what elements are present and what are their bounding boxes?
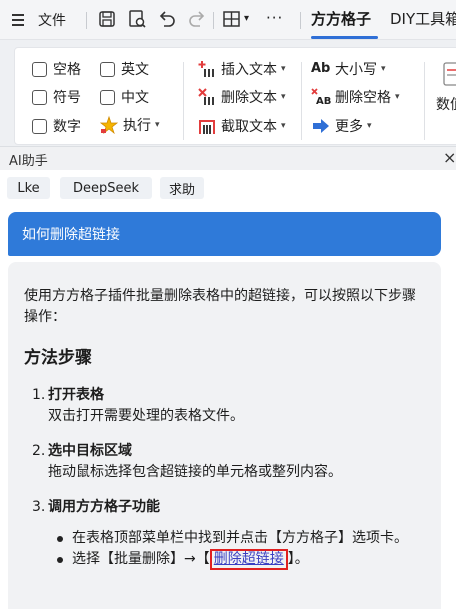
ribbon-separator <box>301 62 302 140</box>
reply-intro: 使用方方格子插件批量删除表格中的超链接，可以按照以下步骤操作： <box>24 288 416 325</box>
active-tab-indicator <box>311 36 378 39</box>
tab-fangfanggezi[interactable]: 方方格子 <box>311 8 371 29</box>
chevron-down-icon: ▾ <box>367 121 372 131</box>
delete-text-icon <box>198 88 214 105</box>
delete-space-button[interactable]: AB 删除空格 ▾ <box>311 87 400 107</box>
insert-text-button[interactable]: 插入文本 ▾ <box>197 59 286 79</box>
chevron-down-icon: ▾ <box>281 92 286 102</box>
ribbon: 空格 英文 符号 中文 数字 执行 ▾ 插入文本 ▾ 删除文本 ▾ 截取文本 ▾… <box>0 40 456 146</box>
bullet-item: 在表格顶部菜单栏中找到并点击【方方格子】选项卡。 <box>24 528 424 549</box>
number-tool-icon[interactable] <box>443 62 456 86</box>
step-number: 3. <box>32 499 46 515</box>
redo-icon[interactable] <box>187 9 207 29</box>
case-button[interactable]: Ab 大小写 ▾ <box>311 59 386 79</box>
chevron-down-icon: ▾ <box>281 64 286 74</box>
close-icon[interactable]: × <box>443 148 456 167</box>
step-item: 1. 打开表格 双击打开需要处理的表格文件。 <box>24 385 425 427</box>
more-icon[interactable]: ··· <box>266 9 283 27</box>
checkbox-symbol[interactable]: 符号 <box>32 87 81 107</box>
file-menu[interactable]: 文件 <box>38 10 66 30</box>
user-question-bubble: 如何删除超链接 <box>8 212 441 256</box>
execute-icon <box>99 115 119 135</box>
ai-model-tabs: Lke DeepSeek 求助 <box>0 170 456 204</box>
menu-bar: 文件 ▾ ··· 方方格子 DIY工具箱 <box>0 0 456 40</box>
toolbar-separator <box>300 12 301 29</box>
checkbox-box[interactable] <box>32 61 47 77</box>
table-icon[interactable] <box>222 9 242 29</box>
delete-space-label: 删除空格 <box>335 90 391 106</box>
toolbar-separator <box>86 12 87 29</box>
toolbar-separator <box>213 12 214 29</box>
checkbox-english[interactable]: 英文 <box>100 59 149 79</box>
checkbox-box[interactable] <box>100 61 115 77</box>
execute-button[interactable]: 执行 ▾ <box>99 115 160 135</box>
number-tool-label[interactable]: 数值 <box>436 94 456 114</box>
chevron-down-icon[interactable]: ▾ <box>244 13 249 24</box>
undo-icon[interactable] <box>157 9 177 29</box>
ribbon-separator <box>424 62 425 140</box>
delete-hyperlink-link[interactable]: 删除超链接 <box>214 551 284 567</box>
chevron-down-icon: ▾ <box>395 92 400 102</box>
checkbox-box[interactable] <box>32 118 47 134</box>
checkbox-english-label: 英文 <box>121 62 149 78</box>
arrow-right-icon <box>313 119 329 133</box>
menu-icon[interactable] <box>12 10 26 30</box>
tab-help[interactable]: 求助 <box>160 177 204 199</box>
delete-text-label: 删除文本 <box>221 90 277 106</box>
chevron-down-icon: ▾ <box>155 120 160 130</box>
ribbon-separator <box>183 62 184 140</box>
checkbox-chinese-label: 中文 <box>121 90 149 106</box>
ai-assistant-title: AI助手 <box>9 154 48 169</box>
insert-text-label: 插入文本 <box>221 62 277 78</box>
checkbox-box[interactable] <box>32 89 47 105</box>
case-icon: Ab <box>311 61 331 76</box>
assistant-reply: 使用方方格子插件批量删除表格中的超链接，可以按照以下步骤操作： 方法步骤 1. … <box>8 262 441 609</box>
step-item: 2. 选中目标区域 拖动鼠标选择包含超链接的单元格或整列内容。 <box>24 441 425 483</box>
step-title: 打开表格 <box>48 387 104 403</box>
extract-text-button[interactable]: 截取文本 ▾ <box>197 116 286 136</box>
bullet-suffix: 】。 <box>287 551 309 567</box>
bullet-prefix: 选择【批量删除】→【 <box>72 551 210 567</box>
insert-text-icon <box>198 61 214 77</box>
checkbox-number-label: 数字 <box>53 119 81 135</box>
highlight-box: 删除超链接 <box>209 549 288 570</box>
extract-text-icon <box>199 120 215 134</box>
extract-text-label: 截取文本 <box>221 119 277 135</box>
save-icon[interactable] <box>97 9 117 29</box>
checkbox-space-label: 空格 <box>53 62 81 78</box>
checkbox-number[interactable]: 数字 <box>32 116 81 136</box>
chevron-down-icon: ▾ <box>281 121 286 131</box>
step-number: 1. <box>32 387 46 403</box>
step-item: 3. 调用方方格子功能 <box>24 497 425 518</box>
checkbox-symbol-label: 符号 <box>53 90 81 106</box>
execute-label: 执行 <box>123 118 151 134</box>
step-title: 调用方方格子功能 <box>48 499 160 515</box>
tab-diy-toolbox[interactable]: DIY工具箱 <box>390 8 456 29</box>
print-preview-icon[interactable] <box>127 9 147 29</box>
bullet-item: 选择【批量删除】→【 删除超链接】。 <box>24 549 424 570</box>
step-title: 选中目标区域 <box>48 443 132 459</box>
tab-deepseek[interactable]: DeepSeek <box>60 177 152 199</box>
more-button[interactable]: 更多 ▾ <box>311 116 372 136</box>
more-label: 更多 <box>335 119 363 135</box>
step-description: 拖动鼠标选择包含超链接的单元格或整列内容。 <box>48 464 342 480</box>
chat-area: 如何删除超链接 使用方方格子插件批量删除表格中的超链接，可以按照以下步骤操作： … <box>0 204 456 609</box>
ribbon-panel: 空格 英文 符号 中文 数字 执行 ▾ 插入文本 ▾ 删除文本 ▾ 截取文本 ▾… <box>14 47 456 145</box>
case-label: 大小写 <box>335 62 377 78</box>
svg-text:AB: AB <box>316 96 331 107</box>
checkbox-space[interactable]: 空格 <box>32 59 81 79</box>
step-description: 双击打开需要处理的表格文件。 <box>48 408 244 424</box>
delete-text-button[interactable]: 删除文本 ▾ <box>197 87 286 107</box>
step-number: 2. <box>32 443 46 459</box>
delete-space-icon: AB <box>311 88 331 107</box>
reply-heading: 方法步骤 <box>24 348 92 368</box>
chevron-down-icon: ▾ <box>381 64 386 74</box>
checkbox-chinese[interactable]: 中文 <box>100 87 149 107</box>
ai-assistant-header: AI助手 × <box>0 146 456 170</box>
checkbox-box[interactable] <box>100 89 115 105</box>
tab-lke[interactable]: Lke <box>7 177 50 199</box>
